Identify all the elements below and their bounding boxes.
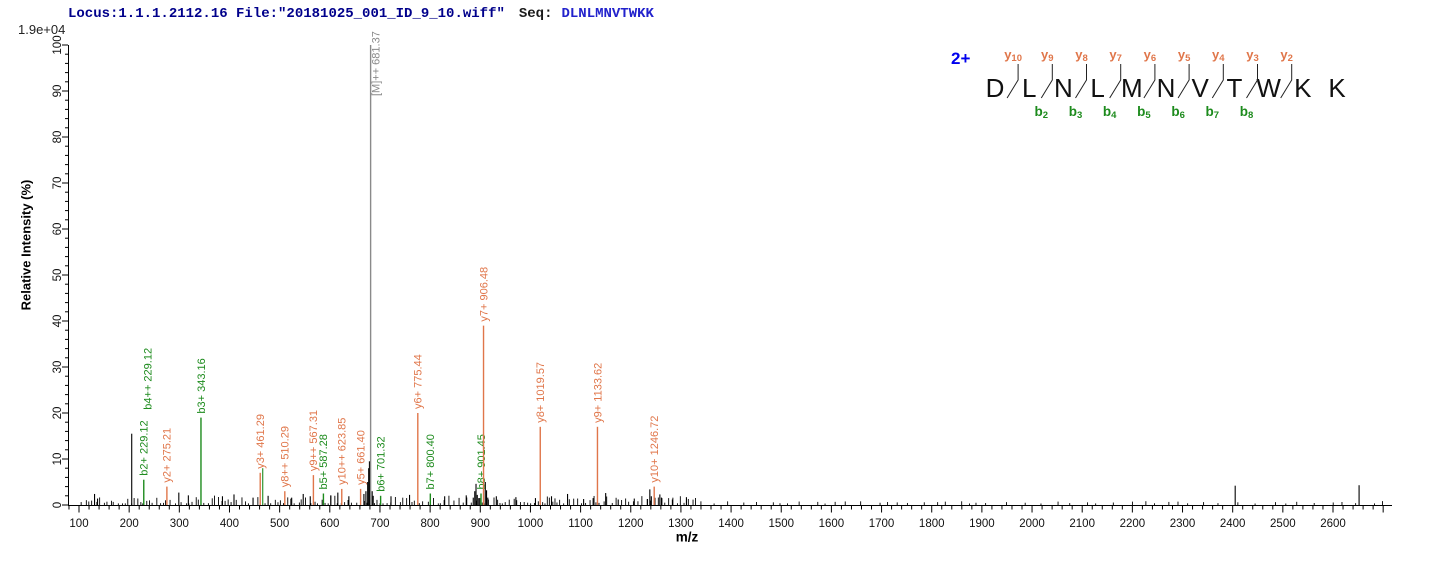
x-tick-label: 2600 <box>1320 518 1346 530</box>
peptide-residue: M <box>1121 73 1143 103</box>
peak-label: y2+ 275.21 <box>162 428 174 483</box>
peptide-residue: L <box>1090 73 1104 103</box>
x-tick-label: 2400 <box>1220 518 1246 530</box>
x-tick-label: 1400 <box>718 518 744 530</box>
peptide-residue: D <box>986 73 1005 103</box>
peptide-residue: W <box>1256 73 1281 103</box>
x-tick-label: 1100 <box>568 518 593 530</box>
x-tick-label: 2300 <box>1170 518 1196 530</box>
y-ion-label: y7 <box>1109 47 1122 64</box>
y-ion-label: y10 <box>1004 47 1022 64</box>
y-ion-label: y5 <box>1178 47 1191 64</box>
x-tick-label: 400 <box>220 518 239 530</box>
y-tick-label: 70 <box>52 177 64 190</box>
y-tick-label: 30 <box>52 361 64 374</box>
fragment-cleavage-mark <box>1212 64 1223 98</box>
fragment-cleavage-mark <box>1007 64 1018 98</box>
fragment-cleavage-mark <box>1178 64 1189 98</box>
peak-label: y8+ 1019.57 <box>535 362 547 423</box>
peptide-residue: K <box>1328 73 1346 103</box>
b-ion-label: b3 <box>1069 104 1083 121</box>
peak-label: y9+ 1133.62 <box>592 363 604 423</box>
x-tick-label: 1200 <box>618 518 644 530</box>
peak-label: b3+ 343.16 <box>196 358 208 413</box>
b-ion-label: b6 <box>1171 104 1185 121</box>
peak-label: y10+ 1246.72 <box>649 416 661 483</box>
x-tick-label: 2500 <box>1270 518 1296 530</box>
fragment-cleavage-mark <box>1076 64 1087 98</box>
peptide-fragment-panel: 2+DLNLMNVTWKKy10y9y8y7y6y5y4y3y2b2b3b4b5… <box>951 47 1346 121</box>
noise-peaks <box>81 496 1382 505</box>
x-tick-label: 1900 <box>969 518 995 530</box>
peptide-residue: T <box>1226 73 1242 103</box>
axes: 0 10 20 30 40 50 60 70 80 90 100 100 200 300 400 500 600… <box>52 35 1392 530</box>
x-tick-label: 200 <box>120 518 139 530</box>
peak-label: b2+ 229.12 <box>139 420 151 475</box>
y-ion-label: y3 <box>1246 47 1259 64</box>
peptide-residue: N <box>1054 73 1073 103</box>
x-tick-label: 1600 <box>819 518 845 530</box>
y-ion-label: y6 <box>1144 47 1157 64</box>
x-tick-label: 600 <box>320 518 339 530</box>
y-tick-label: 10 <box>52 453 64 466</box>
x-tick-label: 2200 <box>1120 518 1146 530</box>
x-tick-label: 700 <box>370 518 389 530</box>
spectrum-plot-area[interactable]: 0 10 20 30 40 50 60 70 80 90 100 100 200 300 400 500 600… <box>0 0 1436 562</box>
x-tick-label: 500 <box>270 518 289 530</box>
precursor-charge-label: 2+ <box>951 49 970 68</box>
peptide-residue: V <box>1192 73 1210 103</box>
y-tick-label: 40 <box>52 315 64 328</box>
x-tick-label: 1800 <box>919 518 945 530</box>
peak-label: y8++ 510.29 <box>280 426 292 487</box>
x-tick-label: 100 <box>69 518 88 530</box>
y-ion-label: y4 <box>1212 47 1225 64</box>
y-tick-label: 20 <box>52 407 64 420</box>
y-ion-label: y2 <box>1280 47 1293 64</box>
x-tick-label: 900 <box>471 518 490 530</box>
x-tick-label: 1500 <box>768 518 794 530</box>
peak-label: y3+ 461.29 <box>255 414 267 469</box>
peak-label: b4++ 229.12 <box>143 348 155 410</box>
peak-label: b6+ 701.32 <box>375 436 387 491</box>
peak-label: b5+ 587.28 <box>318 434 330 489</box>
peak-label: b7+ 800.40 <box>425 434 437 489</box>
ms2-spectrum-viewer: Locus:1.1.1.2112.16 File:"20181025_001_I… <box>0 0 1436 562</box>
fragment-cleavage-mark <box>1281 64 1292 98</box>
b-ion-label: b8 <box>1240 104 1254 121</box>
x-tick-label: 2000 <box>1019 518 1045 530</box>
x-tick-label: 1300 <box>668 518 694 530</box>
b-ion-label: b4 <box>1103 104 1117 121</box>
peak-label: [M]++ 681.37 <box>371 31 383 96</box>
y-tick-label: 50 <box>52 269 64 282</box>
peak-label: b8+ 901.45 <box>476 434 488 489</box>
y-tick-label: 80 <box>52 131 64 144</box>
peak-label: y5+ 661.40 <box>355 430 367 485</box>
y-tick-label: 100 <box>52 35 64 54</box>
x-tick-label: 1700 <box>869 518 895 530</box>
x-tick-label: 300 <box>170 518 189 530</box>
fragment-cleavage-mark <box>1110 64 1121 98</box>
peak-label: y10++ 623.85 <box>337 418 349 485</box>
y-tick-label: 60 <box>52 223 64 236</box>
peak-label: y7+ 906.48 <box>478 267 490 322</box>
peak-label: y6+ 775.44 <box>413 354 425 409</box>
x-tick-label: 800 <box>421 518 440 530</box>
peptide-residue: K <box>1294 73 1312 103</box>
y-ion-label: y8 <box>1075 47 1088 64</box>
b-ion-label: b2 <box>1035 104 1049 121</box>
x-tick-label: 2100 <box>1069 518 1095 530</box>
peptide-residue: N <box>1157 73 1176 103</box>
b-ion-label: b5 <box>1137 104 1151 121</box>
b-ion-label: b7 <box>1206 104 1220 121</box>
peptide-residue: L <box>1022 73 1036 103</box>
y-tick-label: 0 <box>52 502 64 508</box>
y-ion-label: y9 <box>1041 47 1054 64</box>
x-tick-label: 1000 <box>518 518 544 530</box>
labeled-peaks: b2+ 229.12 b4++ 229.12 y2+ 275.21 b3+ 343.1… <box>139 31 661 505</box>
y-tick-label: 90 <box>52 85 64 98</box>
fragment-cleavage-mark <box>1144 64 1155 98</box>
fragment-cleavage-mark <box>1041 64 1052 98</box>
